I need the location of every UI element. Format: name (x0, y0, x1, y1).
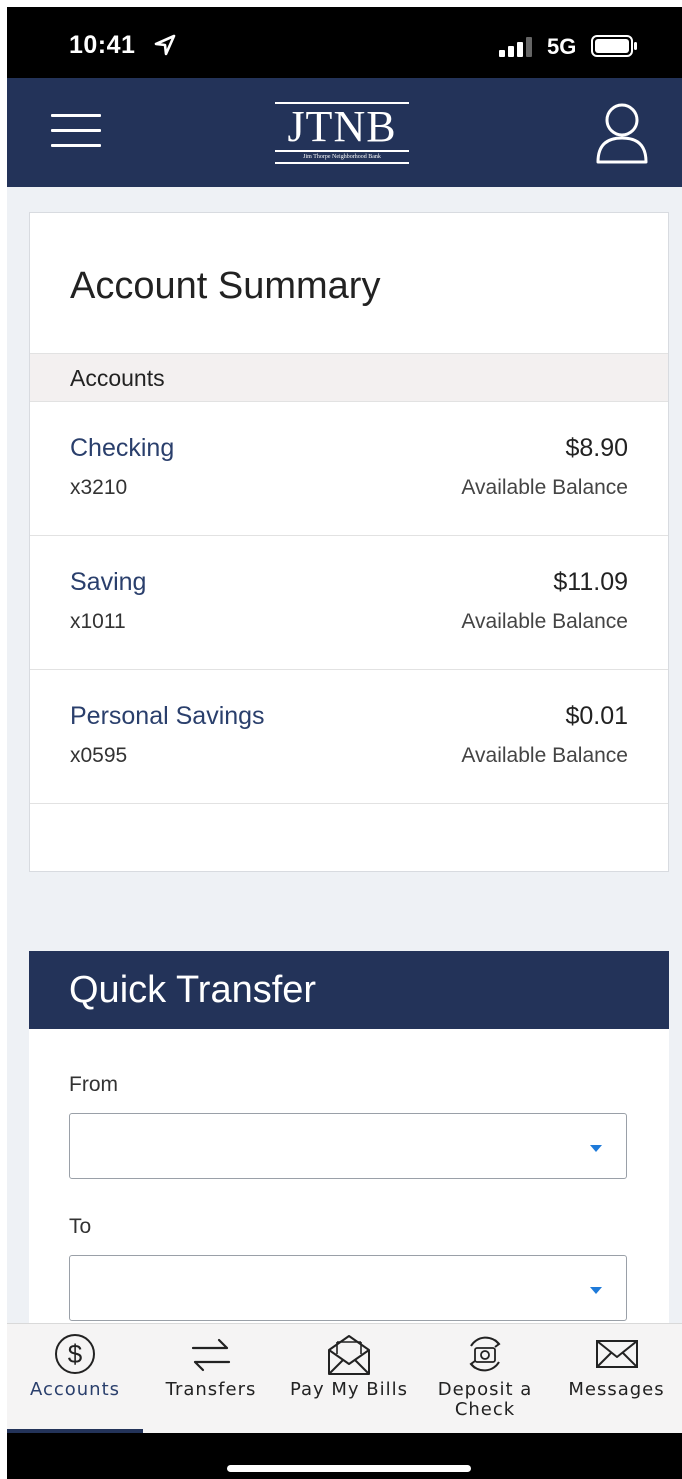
app-header: JTNB Jim Thorpe Neighborhood Bank (7, 78, 682, 187)
tab-pay-my-bills[interactable]: Pay My Bills (279, 1324, 419, 1434)
signal-icon (499, 37, 532, 57)
account-number: x1011 (70, 610, 126, 633)
battery-icon (591, 35, 637, 57)
accounts-section-header: Accounts (30, 353, 668, 402)
account-balance: $11.09 (553, 568, 628, 596)
account-row-personal-savings[interactable]: Personal Savings x0595 $0.01 Available B… (30, 670, 668, 804)
tab-label: Messages (568, 1379, 665, 1400)
account-name[interactable]: Personal Savings (70, 702, 265, 731)
account-number: x0595 (70, 744, 128, 767)
location-arrow-icon (154, 34, 176, 56)
tab-label: Deposit a Check (437, 1379, 533, 1420)
bottom-tab-bar: $ Accounts Transfers Pay My Bills Deposi… (7, 1323, 682, 1433)
tab-transfers[interactable]: Transfers (143, 1324, 279, 1434)
balance-label: Available Balance (461, 744, 628, 767)
account-summary-card: Account Summary Accounts Checking x3210 … (29, 212, 669, 872)
account-name[interactable]: Checking (70, 434, 174, 463)
balance-label: Available Balance (461, 610, 628, 633)
bank-logo[interactable]: JTNB Jim Thorpe Neighborhood Bank (275, 102, 409, 166)
envelope-open-icon (328, 1335, 370, 1375)
account-row-saving[interactable]: Saving x1011 $11.09 Available Balance (30, 536, 668, 670)
page-title: Account Summary (70, 265, 381, 307)
tab-deposit-a-check[interactable]: Deposit a Check (419, 1324, 551, 1434)
svg-text:$: $ (68, 1339, 83, 1369)
account-balance: $8.90 (565, 434, 628, 462)
envelope-icon (595, 1340, 638, 1368)
logo-subtitle: Jim Thorpe Neighborhood Bank (275, 152, 409, 164)
account-balance: $0.01 (565, 702, 628, 730)
dropdown-caret-icon (590, 1287, 602, 1294)
tab-label: Transfers (165, 1379, 257, 1400)
status-time: 10:41 (69, 31, 136, 59)
transfer-arrows-icon (191, 1338, 231, 1372)
tab-messages[interactable]: Messages (551, 1324, 682, 1434)
status-bar: 10:41 5G (7, 7, 682, 78)
quick-transfer-header: Quick Transfer (29, 951, 669, 1029)
phone-screen: 10:41 5G JTNB Jim Thorpe Neighborhood Ba… (7, 7, 682, 1479)
tab-label: Pay My Bills (289, 1379, 409, 1400)
accounts-section-label: Accounts (70, 365, 165, 391)
home-indicator-area (7, 1433, 682, 1479)
account-row-checking[interactable]: Checking x3210 $8.90 Available Balance (30, 402, 668, 536)
quick-transfer-card: Quick Transfer From To (29, 951, 669, 1323)
home-indicator[interactable] (227, 1465, 471, 1472)
quick-transfer-title: Quick Transfer (69, 969, 317, 1011)
main-content[interactable]: Account Summary Accounts Checking x3210 … (7, 187, 682, 1323)
camera-deposit-icon (469, 1336, 501, 1372)
to-account-select[interactable] (69, 1255, 627, 1321)
network-type: 5G (547, 34, 577, 59)
dropdown-caret-icon (590, 1145, 602, 1152)
from-label: From (69, 1073, 118, 1096)
account-number: x3210 (70, 476, 128, 499)
logo-text: JTNB (275, 104, 409, 152)
from-account-select[interactable] (69, 1113, 627, 1179)
tab-label: Accounts (29, 1379, 121, 1400)
to-label: To (69, 1215, 92, 1238)
hamburger-menu-icon[interactable] (51, 114, 101, 154)
dollar-circle-icon: $ (55, 1334, 95, 1374)
user-profile-icon[interactable] (592, 100, 652, 166)
account-name[interactable]: Saving (70, 568, 146, 597)
balance-label: Available Balance (461, 476, 628, 499)
tab-accounts[interactable]: $ Accounts (7, 1324, 143, 1434)
